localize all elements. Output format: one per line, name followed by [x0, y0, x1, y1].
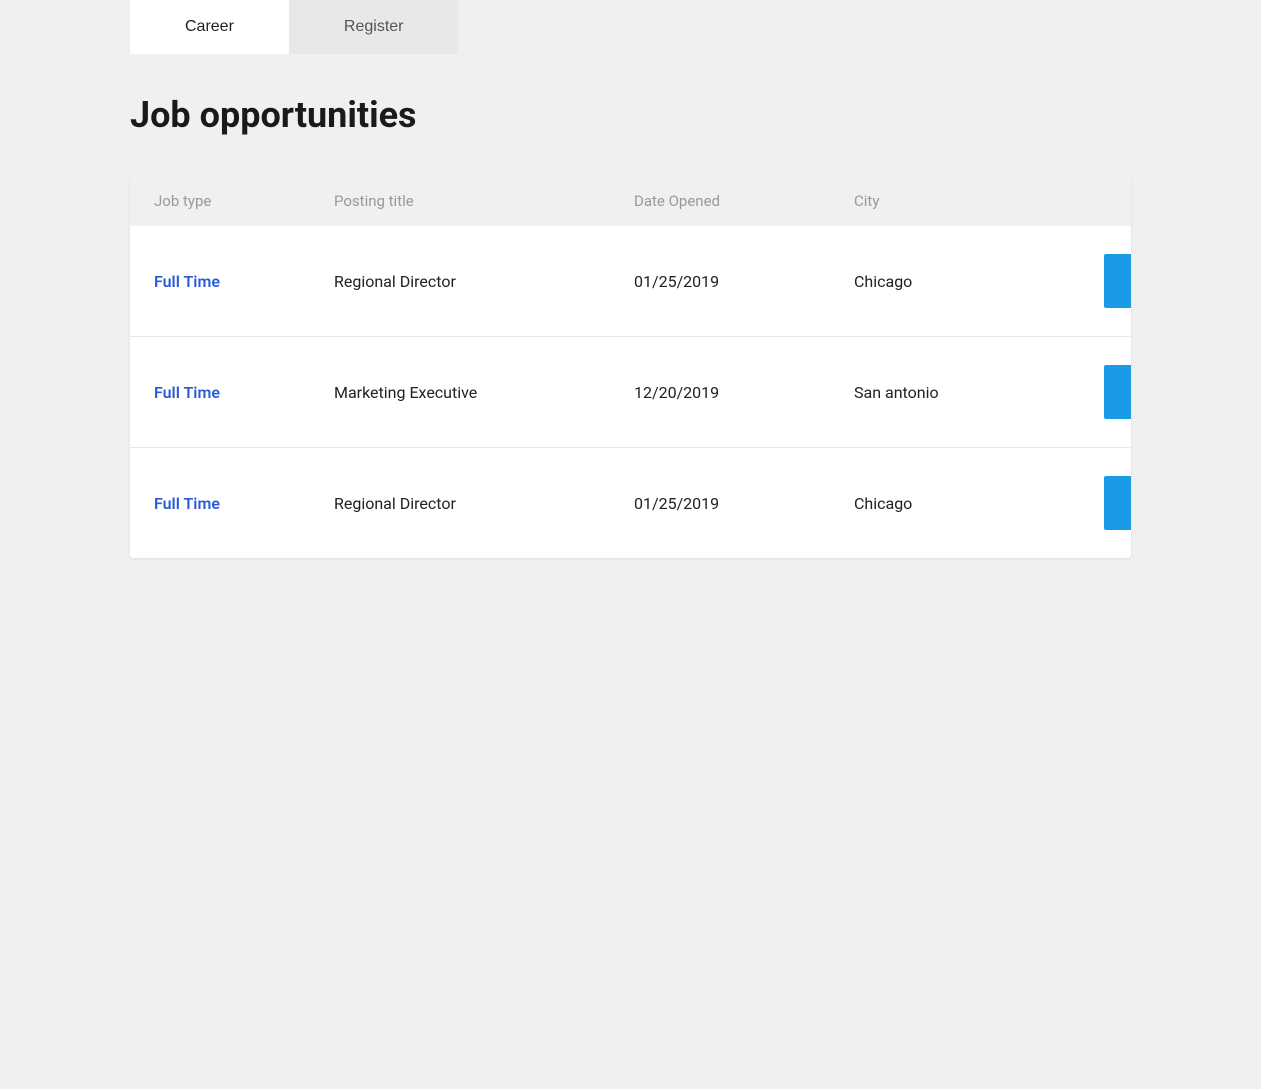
- table-row: Full Time Regional Director 01/25/2019 C…: [130, 226, 1131, 336]
- page-title: Job opportunities: [130, 94, 1131, 136]
- job-type-1: Full Time: [154, 272, 334, 291]
- job-type-2: Full Time: [154, 383, 334, 402]
- table-row: Full Time Marketing Executive 12/20/2019…: [130, 336, 1131, 447]
- main-content: Job opportunities Job type Posting title…: [0, 54, 1261, 618]
- table-rows: Full Time Regional Director 01/25/2019 C…: [130, 226, 1131, 558]
- header-city: City: [854, 192, 1104, 210]
- job-table: Job type Posting title Date Opened City …: [130, 176, 1131, 558]
- header-posting-title: Posting title: [334, 192, 634, 210]
- date-opened-1: 01/25/2019: [634, 272, 854, 291]
- header-action: [1104, 192, 1107, 210]
- job-type-3: Full Time: [154, 494, 334, 513]
- city-3: Chicago: [854, 494, 1104, 513]
- apply-button-1[interactable]: Apply: [1104, 254, 1131, 308]
- table-row: Full Time Regional Director 01/25/2019 C…: [130, 447, 1131, 558]
- tab-register[interactable]: Register: [289, 0, 459, 54]
- posting-title-2: Marketing Executive: [334, 383, 634, 402]
- apply-button-3[interactable]: Apply: [1104, 476, 1131, 530]
- posting-title-3: Regional Director: [334, 494, 634, 513]
- posting-title-1: Regional Director: [334, 272, 634, 291]
- table-header: Job type Posting title Date Opened City: [130, 176, 1131, 226]
- city-2: San antonio: [854, 383, 1104, 402]
- tabs-container: Career Register: [130, 0, 1261, 54]
- date-opened-2: 12/20/2019: [634, 383, 854, 402]
- city-1: Chicago: [854, 272, 1104, 291]
- apply-button-2[interactable]: Apply: [1104, 365, 1131, 419]
- header-date-opened: Date Opened: [634, 192, 854, 210]
- tab-career[interactable]: Career: [130, 0, 289, 54]
- date-opened-3: 01/25/2019: [634, 494, 854, 513]
- header-job-type: Job type: [154, 192, 334, 210]
